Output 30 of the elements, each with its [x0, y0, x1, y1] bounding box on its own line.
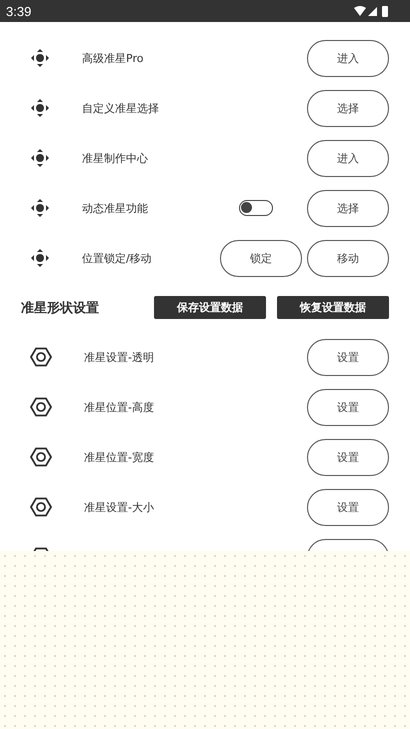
- action-button[interactable]: 保存设置数据: [154, 296, 266, 319]
- row-label: 动态准星功能: [82, 200, 148, 216]
- pill-button[interactable]: 选择: [307, 190, 389, 226]
- pill-button[interactable]: 进入: [307, 40, 389, 76]
- move-icon: [30, 148, 50, 168]
- move-icon: [30, 198, 50, 218]
- pill-button[interactable]: 选择: [307, 90, 389, 126]
- pill-button[interactable]: 设置: [307, 488, 389, 526]
- status-icons: [354, 5, 390, 17]
- row-label: 准星制作中心: [82, 150, 148, 166]
- pill-button[interactable]: 移动: [307, 240, 389, 276]
- row-label: 准星位置-高度: [84, 400, 154, 414]
- row-label: 准星设置-透明: [84, 350, 154, 364]
- row-label: 自定义准星选择: [82, 100, 159, 116]
- move-icon: [30, 248, 50, 268]
- move-icon: [30, 48, 50, 68]
- pill-button[interactable]: 设置: [307, 388, 389, 426]
- pill-button[interactable]: 设置: [307, 438, 389, 476]
- status-time: 3:39: [6, 4, 32, 18]
- section-title: 准星形状设置: [21, 300, 99, 316]
- row-label: 高级准星Pro: [82, 50, 144, 66]
- pill-button[interactable]: 进入: [307, 140, 389, 176]
- row-label: 准星设置-大小: [84, 500, 154, 514]
- action-button[interactable]: 恢复设置数据: [277, 296, 389, 319]
- row-label: 准星位置-宽度: [84, 450, 154, 464]
- pill-button[interactable]: 锁定: [220, 240, 302, 276]
- pill-button[interactable]: 设置: [307, 338, 389, 376]
- toggle-switch[interactable]: [239, 200, 273, 216]
- move-icon: [30, 98, 50, 118]
- row-label: 位置锁定/移动: [82, 250, 152, 266]
